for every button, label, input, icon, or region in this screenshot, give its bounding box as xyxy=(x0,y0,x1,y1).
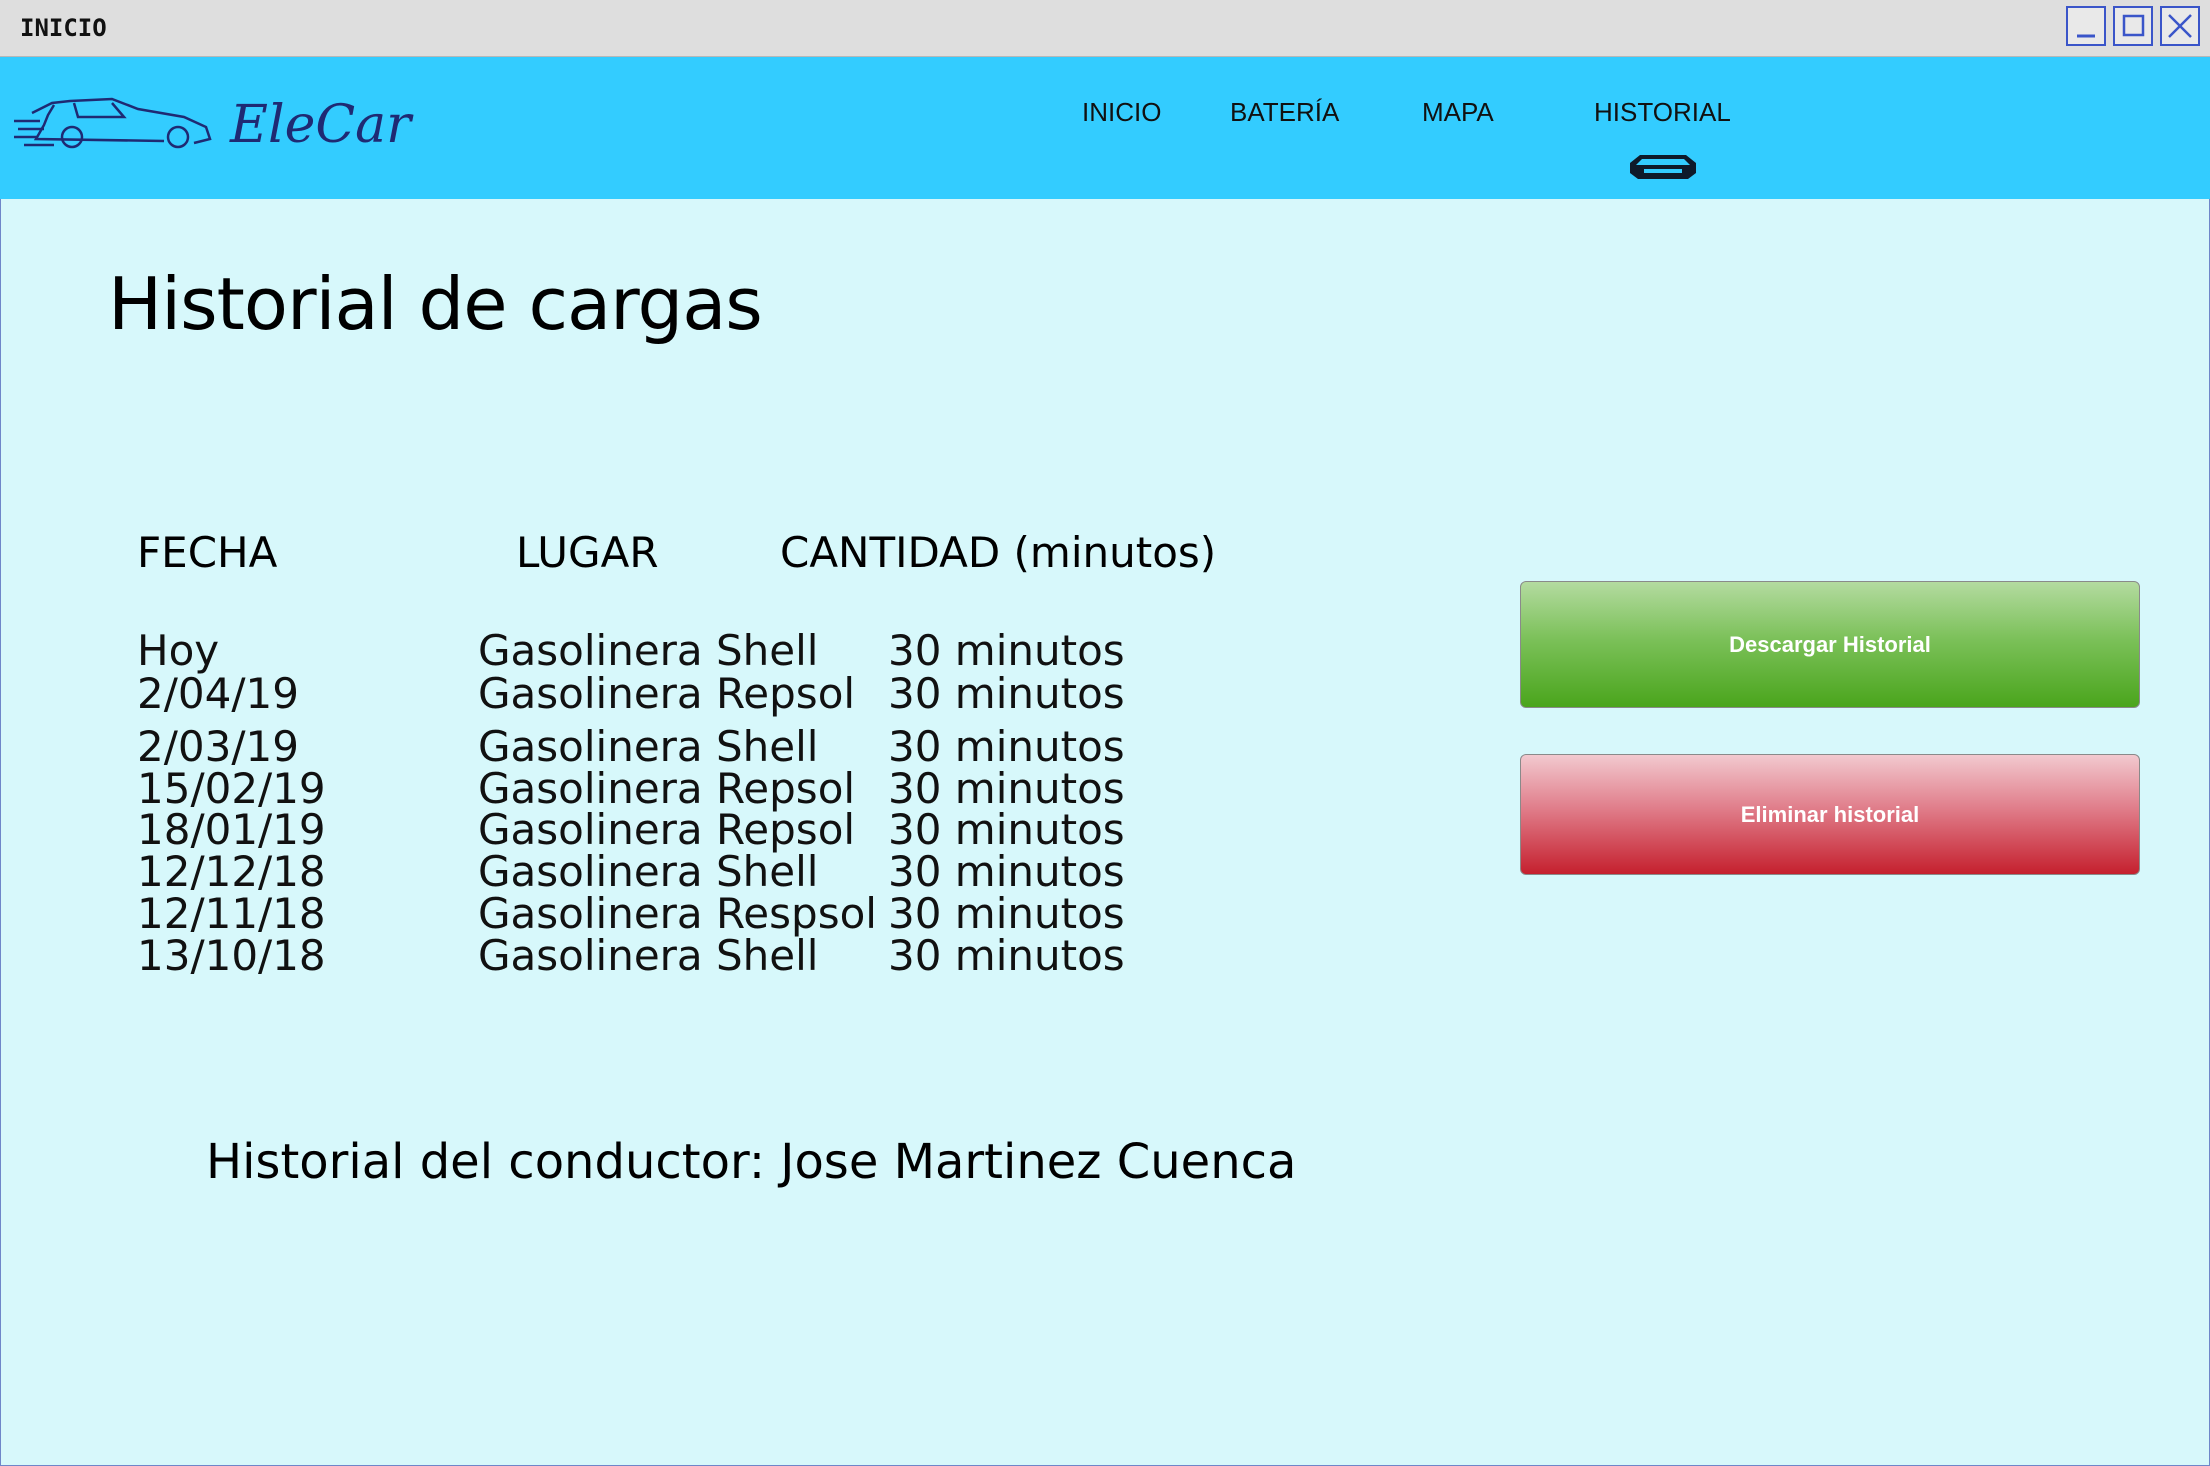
column-header-cantidad: CANTIDAD (minutos) xyxy=(780,528,1217,577)
close-icon[interactable] xyxy=(2160,6,2200,46)
download-history-button[interactable]: Descargar Historial xyxy=(1520,581,2140,708)
column-header-fecha: FECHA xyxy=(137,528,278,577)
page-title: Historial de cargas xyxy=(108,262,763,346)
delete-history-button[interactable]: Eliminar historial xyxy=(1520,754,2140,875)
driver-name: Jose Martinez Cuenca xyxy=(780,1134,1297,1190)
title-bar: INICIO xyxy=(0,0,2210,57)
cell-lugar: Gasolinera Shell xyxy=(478,626,819,675)
cell-fecha: 13/10/18 xyxy=(137,931,326,980)
nav-item-historial[interactable]: HISTORIAL xyxy=(1594,97,1731,128)
cell-cantidad: 30 minutos xyxy=(888,931,1125,980)
brand-name: EleCar xyxy=(230,95,412,155)
maximize-icon[interactable] xyxy=(2113,6,2153,46)
top-nav-bar: EleCar INICIO BATERÍA MAPA HISTORIAL xyxy=(0,57,2210,199)
window-title: INICIO xyxy=(20,14,107,42)
cell-lugar: Gasolinera Shell xyxy=(478,931,819,980)
active-nav-car-icon xyxy=(1630,155,1696,179)
nav-item-bateria[interactable]: BATERÍA xyxy=(1230,97,1339,128)
cell-cantidad: 30 minutos xyxy=(888,626,1125,675)
sports-car-logo-icon xyxy=(14,97,212,149)
driver-label: Historial del conductor: xyxy=(206,1134,766,1190)
cell-lugar: Gasolinera Repsol xyxy=(478,669,856,718)
cell-fecha: Hoy xyxy=(137,626,220,675)
cell-fecha: 2/04/19 xyxy=(137,669,299,718)
nav-item-inicio[interactable]: INICIO xyxy=(1082,97,1161,128)
nav-item-mapa[interactable]: MAPA xyxy=(1422,97,1494,128)
column-header-lugar: LUGAR xyxy=(516,528,659,577)
minimize-icon[interactable] xyxy=(2066,6,2106,46)
cell-cantidad: 30 minutos xyxy=(888,669,1125,718)
driver-history-line: Historial del conductor: Jose Martinez C… xyxy=(206,1134,1296,1190)
